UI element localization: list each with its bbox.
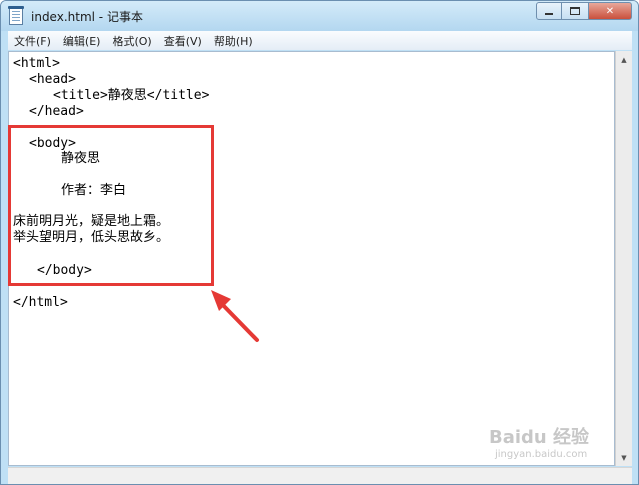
scroll-up-icon[interactable]: ▲ <box>616 51 632 68</box>
minimize-button[interactable] <box>536 2 562 20</box>
menu-bar: 文件(F) 编辑(E) 格式(O) 查看(V) 帮助(H) <box>8 31 632 50</box>
baidu-watermark: Baidu 经验 jingyan.baidu.com <box>489 423 619 473</box>
caption-buttons: ✕ <box>536 2 632 21</box>
code-line: </head> <box>29 104 84 119</box>
title-bar[interactable]: index.html - 记事本 ✕ <box>1 1 638 31</box>
highlight-box <box>8 125 214 286</box>
code-line: <head> <box>29 72 76 87</box>
vertical-scrollbar[interactable]: ▲ ▼ <box>615 51 632 466</box>
menu-view[interactable]: 查看(V) <box>158 33 208 49</box>
window-title: index.html - 记事本 <box>31 10 143 24</box>
maximize-icon <box>570 7 580 15</box>
close-button[interactable]: ✕ <box>588 2 632 20</box>
menu-format[interactable]: 格式(O) <box>106 33 157 49</box>
code-line: <html> <box>13 56 60 71</box>
maximize-button[interactable] <box>562 2 588 20</box>
notepad-window: index.html - 记事本 ✕ 文件(F) 编辑(E) 格式(O) 查看(… <box>0 0 639 485</box>
notepad-icon <box>8 6 24 25</box>
minimize-icon <box>545 13 553 15</box>
menu-file[interactable]: 文件(F) <box>8 33 57 49</box>
code-line: <title>静夜思</title> <box>53 88 210 103</box>
watermark-subtext: jingyan.baidu.com <box>495 449 588 460</box>
close-icon: ✕ <box>605 5 615 17</box>
menu-edit[interactable]: 编辑(E) <box>57 33 107 49</box>
watermark-text: Baidu 经验 <box>489 427 590 448</box>
code-line: </html> <box>13 295 68 310</box>
menu-help[interactable]: 帮助(H) <box>208 33 259 49</box>
annotation-arrow-icon <box>211 290 259 342</box>
